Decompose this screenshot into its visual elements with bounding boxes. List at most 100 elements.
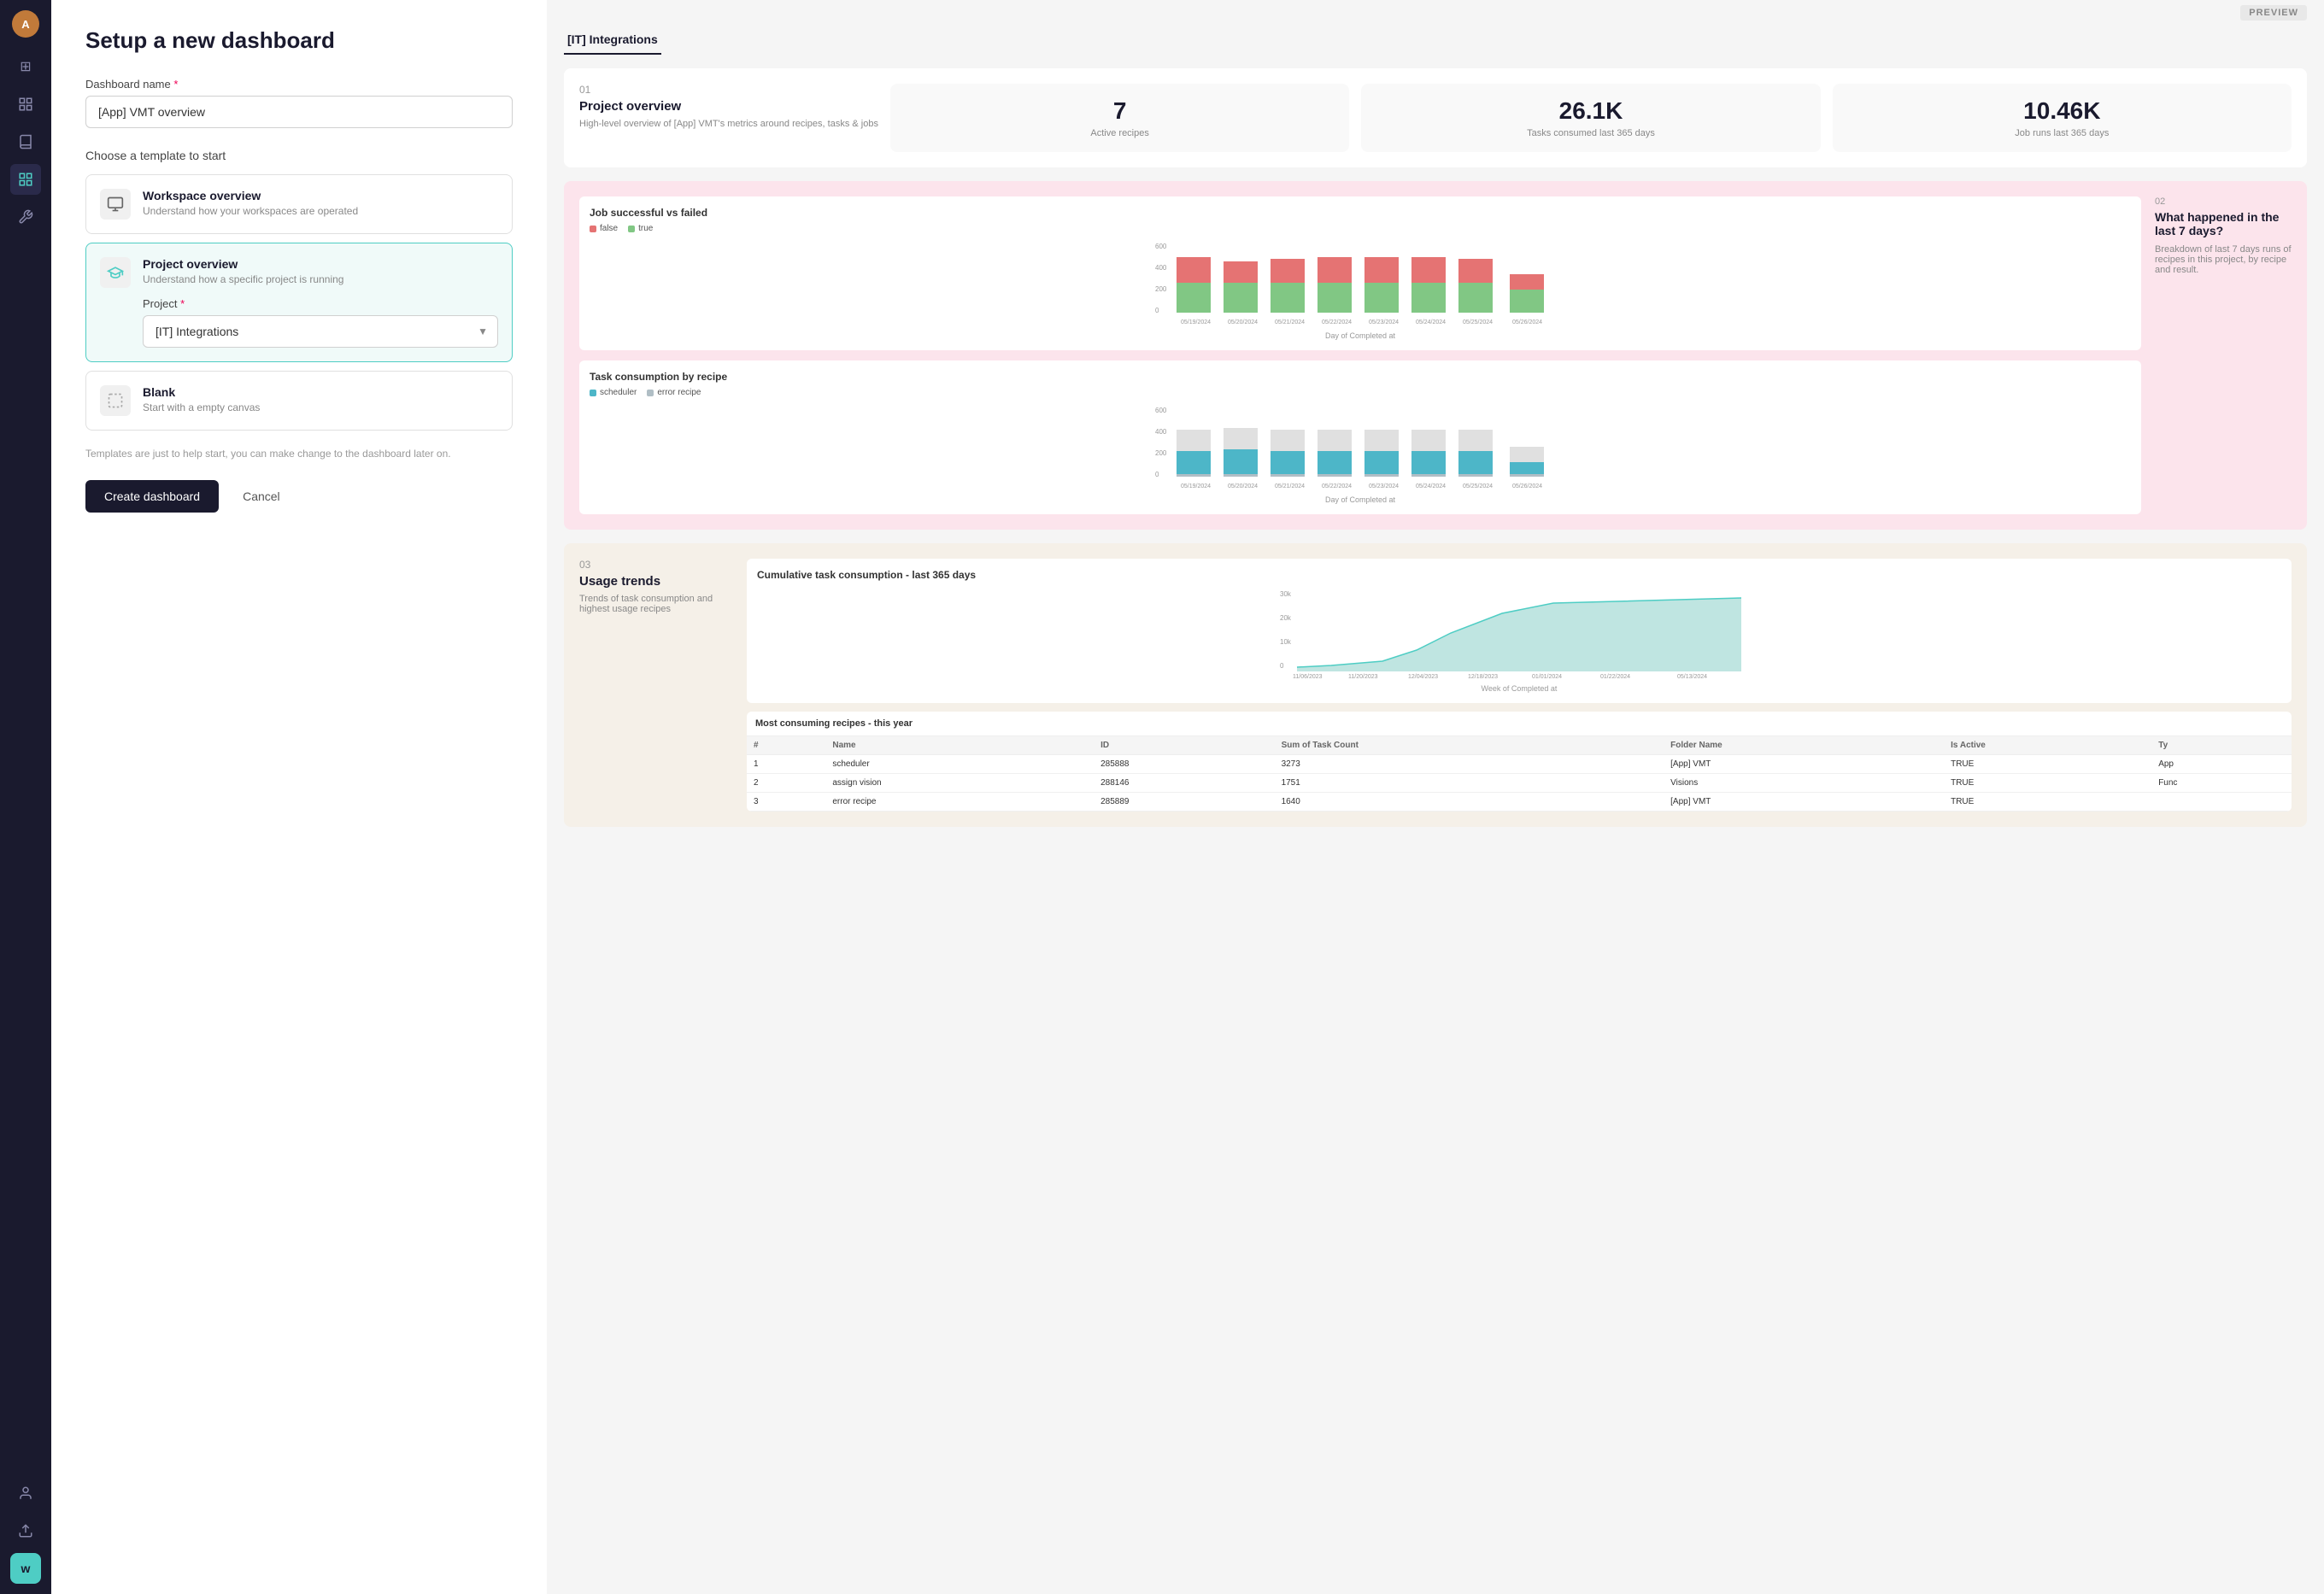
sidebar: A ⊞ w bbox=[0, 0, 51, 1594]
table-row: 1 scheduler 285888 3273 [App] VMT TRUE A… bbox=[747, 755, 2292, 774]
sidebar-item-dashboard[interactable] bbox=[10, 164, 41, 195]
svg-text:11/06/2023: 11/06/2023 bbox=[1293, 674, 1323, 680]
svg-text:0: 0 bbox=[1280, 662, 1284, 670]
section-02-num: 02 bbox=[2155, 196, 2292, 207]
sidebar-logo: w bbox=[10, 1553, 41, 1584]
th-num: # bbox=[747, 736, 825, 755]
section-03-num: 03 bbox=[579, 559, 733, 571]
sidebar-item-book[interactable] bbox=[10, 126, 41, 157]
job-chart-legend: false true bbox=[590, 224, 2131, 233]
legend-error-dot bbox=[647, 390, 654, 396]
preview-tab: [IT] Integrations bbox=[564, 26, 661, 55]
project-template-desc: Understand how a specific project is run… bbox=[143, 273, 498, 285]
svg-text:05/26/2024: 05/26/2024 bbox=[1512, 319, 1542, 325]
line-chart: Cumulative task consumption - last 365 d… bbox=[747, 559, 2292, 703]
svg-text:05/26/2024: 05/26/2024 bbox=[1512, 483, 1542, 489]
sidebar-item-wrench[interactable] bbox=[10, 202, 41, 232]
project-field: Project * [IT] Integrations Project A Pr… bbox=[143, 297, 498, 348]
svg-text:10k: 10k bbox=[1280, 638, 1292, 646]
preview-section-02: Job successful vs failed false true bbox=[564, 181, 2307, 530]
sidebar-item-export[interactable] bbox=[10, 1515, 41, 1546]
create-dashboard-button[interactable]: Create dashboard bbox=[85, 480, 219, 513]
svg-text:600: 600 bbox=[1155, 407, 1167, 414]
legend-scheduler-dot bbox=[590, 390, 596, 396]
svg-text:0: 0 bbox=[1155, 307, 1159, 314]
th-id: ID bbox=[1094, 736, 1274, 755]
blank-template-name: Blank bbox=[143, 385, 498, 399]
dashboard-name-input[interactable] bbox=[85, 96, 513, 128]
template-project[interactable]: Project overview Understand how a specif… bbox=[85, 243, 513, 362]
task-chart: Task consumption by recipe scheduler err… bbox=[579, 360, 2141, 514]
project-select[interactable]: [IT] Integrations Project A Project B bbox=[143, 315, 498, 348]
task-bar-chart-svg: 600 400 200 0 bbox=[590, 404, 2131, 489]
setup-panel: Setup a new dashboard Dashboard name * C… bbox=[51, 0, 547, 1594]
task-chart-x-label: Day of Completed at bbox=[590, 495, 2131, 504]
sidebar-item-layers[interactable]: ⊞ bbox=[10, 51, 41, 82]
template-section-label: Choose a template to start bbox=[85, 149, 513, 162]
svg-text:20k: 20k bbox=[1280, 614, 1292, 622]
table-header-row: # Name ID Sum of Task Count Folder Name … bbox=[747, 736, 2292, 755]
preview-section-01: 01 Project overview High-level overview … bbox=[564, 68, 2307, 167]
sidebar-bottom: w bbox=[10, 1478, 41, 1584]
template-workspace[interactable]: Workspace overview Understand how your w… bbox=[85, 174, 513, 234]
metric-jobs: 10.46K Job runs last 365 days bbox=[1833, 84, 2292, 152]
cancel-button[interactable]: Cancel bbox=[229, 480, 294, 513]
section-01-num: 01 bbox=[579, 84, 878, 96]
avatar[interactable]: A bbox=[12, 10, 39, 38]
svg-text:12/04/2023: 12/04/2023 bbox=[1408, 674, 1438, 680]
section-01-title: Project overview bbox=[579, 99, 878, 114]
job-bar-chart-svg: 600 400 200 0 bbox=[590, 240, 2131, 325]
sidebar-item-chart[interactable] bbox=[10, 89, 41, 120]
svg-text:05/23/2024: 05/23/2024 bbox=[1369, 319, 1399, 325]
table-title: Most consuming recipes - this year bbox=[747, 712, 2292, 736]
section-02-title: What happened in the last 7 days? bbox=[2155, 210, 2292, 237]
svg-text:0: 0 bbox=[1155, 471, 1159, 478]
template-blank[interactable]: Blank Start with a empty canvas bbox=[85, 371, 513, 431]
page-title: Setup a new dashboard bbox=[85, 27, 513, 54]
svg-text:30k: 30k bbox=[1280, 590, 1292, 598]
section-03-title: Usage trends bbox=[579, 574, 733, 589]
job-chart-title: Job successful vs failed bbox=[590, 207, 2131, 219]
metric-active-recipes: 7 Active recipes bbox=[890, 84, 1349, 152]
metric-label-recipes: Active recipes bbox=[904, 128, 1335, 138]
svg-text:05/25/2024: 05/25/2024 bbox=[1463, 319, 1493, 325]
workspace-template-desc: Understand how your workspaces are opera… bbox=[143, 205, 498, 217]
svg-text:05/23/2024: 05/23/2024 bbox=[1369, 483, 1399, 489]
svg-text:600: 600 bbox=[1155, 243, 1167, 250]
line-chart-svg: 30k 20k 10k 0 11/06/2023 11/20/2023 12/0… bbox=[757, 586, 2281, 680]
svg-text:05/21/2024: 05/21/2024 bbox=[1275, 483, 1305, 489]
table-row: 2 assign vision 288146 1751 Visions TRUE… bbox=[747, 774, 2292, 793]
blank-icon bbox=[100, 385, 131, 416]
metric-label-tasks: Tasks consumed last 365 days bbox=[1375, 128, 1806, 138]
metric-tasks: 26.1K Tasks consumed last 365 days bbox=[1361, 84, 1820, 152]
metric-value-tasks: 26.1K bbox=[1375, 97, 1806, 125]
svg-text:05/22/2024: 05/22/2024 bbox=[1322, 483, 1352, 489]
sidebar-item-user[interactable] bbox=[10, 1478, 41, 1509]
metric-value-recipes: 7 bbox=[904, 97, 1335, 125]
svg-text:05/24/2024: 05/24/2024 bbox=[1416, 319, 1446, 325]
section-03-subtitle: Trends of task consumption and highest u… bbox=[579, 594, 733, 614]
svg-text:05/20/2024: 05/20/2024 bbox=[1228, 483, 1258, 489]
th-folder: Folder Name bbox=[1664, 736, 1944, 755]
svg-text:200: 200 bbox=[1155, 449, 1167, 457]
th-type: Ty bbox=[2151, 736, 2292, 755]
svg-text:05/25/2024: 05/25/2024 bbox=[1463, 483, 1493, 489]
svg-text:11/20/2023: 11/20/2023 bbox=[1348, 674, 1378, 680]
required-indicator: * bbox=[173, 78, 178, 91]
preview-content: [IT] Integrations 01 Project overview Hi… bbox=[547, 26, 2324, 844]
svg-text:05/24/2024: 05/24/2024 bbox=[1416, 483, 1446, 489]
preview-panel: PREVIEW [IT] Integrations 01 Project ove… bbox=[547, 0, 2324, 1594]
metric-label-jobs: Job runs last 365 days bbox=[1846, 128, 2278, 138]
preview-section-03: 03 Usage trends Trends of task consumpti… bbox=[564, 543, 2307, 827]
task-chart-title: Task consumption by recipe bbox=[590, 371, 2131, 383]
svg-text:05/20/2024: 05/20/2024 bbox=[1228, 319, 1258, 325]
th-name: Name bbox=[825, 736, 1094, 755]
project-icon bbox=[100, 257, 131, 288]
legend-false-dot bbox=[590, 226, 596, 232]
svg-text:05/19/2024: 05/19/2024 bbox=[1181, 319, 1211, 325]
svg-text:05/19/2024: 05/19/2024 bbox=[1181, 483, 1211, 489]
th-active: Is Active bbox=[1944, 736, 2151, 755]
dashboard-name-label: Dashboard name * bbox=[85, 78, 513, 91]
th-task-count: Sum of Task Count bbox=[1275, 736, 1664, 755]
project-template-name: Project overview bbox=[143, 257, 498, 271]
